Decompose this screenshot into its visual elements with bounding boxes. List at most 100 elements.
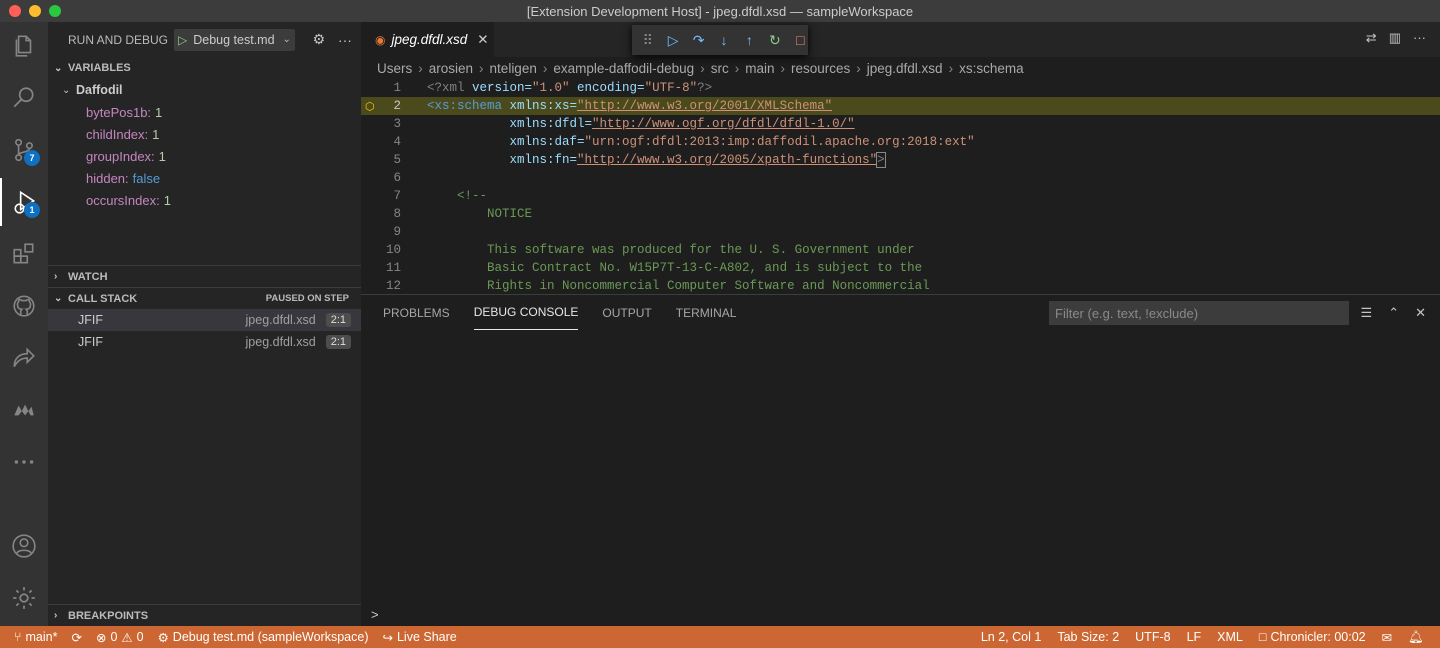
console-prompt[interactable]: > [371, 607, 379, 622]
tab-problems[interactable]: PROBLEMS [383, 295, 450, 330]
code-token: xmlns:xs= [502, 99, 578, 113]
problems-indicator[interactable]: ⊗ 0 ⚠ 0 [96, 630, 144, 645]
tab-size[interactable]: Tab Size: 2 [1057, 630, 1119, 644]
code-token: "1.0" [532, 81, 570, 95]
title-bar: [Extension Development Host] - jpeg.dfdl… [0, 0, 1440, 22]
encoding[interactable]: UTF-8 [1135, 630, 1170, 644]
close-window-button[interactable] [9, 5, 21, 17]
chronicler[interactable]: □ Chronicler: 00:02 [1259, 630, 1366, 644]
step-into-icon[interactable]: ↓ [716, 32, 731, 48]
search-icon[interactable] [0, 74, 48, 122]
notifications-icon[interactable]: 🔔︎ [1408, 630, 1424, 645]
breadcrumb-item[interactable]: src [711, 61, 729, 76]
live-share-button[interactable]: ↪ Live Share [382, 630, 456, 645]
variable-name: childIndex: [86, 126, 149, 142]
open-changes-icon[interactable]: ⇄ [1366, 30, 1377, 46]
more-actions-icon[interactable]: ··· [335, 32, 355, 48]
breadcrumb-item[interactable]: resources [791, 61, 850, 76]
restart-icon[interactable]: ↻ [767, 32, 782, 49]
breadcrumb-item[interactable]: arosien [429, 61, 473, 76]
code-area[interactable]: 1 <?xml version="1.0" encoding="UTF-8"?>… [361, 79, 1440, 294]
call-stack-section-header[interactable]: ⌄ CALL STACK PAUSED ON STEP [48, 287, 361, 309]
daffodil-icon[interactable] [0, 386, 48, 434]
clear-console-icon[interactable]: ☰ [1361, 305, 1373, 321]
debug-config-select[interactable]: ▷ Debug test.md ⌄ [174, 28, 295, 51]
gear-icon[interactable] [0, 574, 48, 622]
minimize-window-button[interactable] [29, 5, 41, 17]
line-number: 12 [385, 279, 401, 293]
chevron-right-icon: › [54, 610, 58, 621]
branch-label: main* [25, 630, 58, 644]
extensions-icon[interactable] [0, 230, 48, 278]
breadcrumb-item[interactable]: xs:schema [959, 61, 1024, 76]
debug-target[interactable]: ⚙ Debug test.md (sampleWorkspace) [158, 630, 369, 645]
chronicler-label: Chronicler: 00:02 [1270, 630, 1366, 644]
variable-row[interactable]: hidden: false [48, 167, 361, 189]
zoom-window-button[interactable] [49, 5, 61, 17]
account-icon[interactable] [0, 522, 48, 570]
variable-value: 1 [158, 148, 166, 164]
line-number: 6 [393, 171, 401, 185]
breadcrumb-item[interactable]: nteligen [490, 61, 537, 76]
step-over-icon[interactable]: ↷ [691, 32, 706, 49]
breadcrumb-item[interactable]: main [745, 61, 774, 76]
code-token: "UTF-8" [644, 81, 698, 95]
variable-row[interactable]: childIndex: 1 [48, 123, 361, 145]
close-panel-icon[interactable]: ✕ [1415, 305, 1426, 321]
continue-icon[interactable]: ▷ [665, 32, 680, 49]
line-number: 8 [393, 207, 401, 221]
variables-section-header[interactable]: ⌄ VARIABLES [48, 57, 361, 79]
variable-row[interactable]: bytePos1b: 1 [48, 101, 361, 123]
frame-position: 2:1 [325, 313, 351, 327]
scope-label: Daffodil [76, 83, 123, 97]
live-share-icon[interactable] [0, 334, 48, 382]
start-debug-icon[interactable]: ▷ [178, 33, 187, 47]
bottom-panel: PROBLEMS DEBUG CONSOLE OUTPUT TERMINAL Filt… [361, 294, 1440, 626]
settings-gear-icon[interactable]: ⚙ [309, 31, 329, 48]
language-mode[interactable]: XML [1217, 630, 1243, 644]
status-bar: ⑂ main* ⟳ ⊗ 0 ⚠ 0 ⚙ Debug test.md (sampleWork… [0, 626, 1440, 648]
tab-terminal[interactable]: TERMINAL [676, 295, 737, 330]
breakpoints-section-header[interactable]: › BREAKPOINTS [48, 604, 361, 626]
line-number: 9 [393, 225, 401, 239]
chevron-right-icon: › [542, 60, 548, 76]
eol[interactable]: LF [1187, 630, 1202, 644]
branch-icon: ⑂ [14, 630, 22, 644]
tab-debug-console[interactable]: DEBUG CONSOLE [473, 295, 579, 330]
breadcrumb-item[interactable]: example-daffodil-debug [553, 61, 694, 76]
more-actions-icon[interactable]: ··· [1413, 30, 1426, 46]
sync-icon: ⟳ [71, 630, 82, 645]
code-line: 3 xmlns:dfdl="http://www.ogf.org/dfdl/df… [361, 115, 1440, 133]
source-control-icon[interactable]: 7 [0, 126, 48, 174]
window-controls[interactable] [9, 5, 61, 17]
tab-jpeg-dfdl-xsd[interactable]: ◉ jpeg.dfdl.xsd ✕ [361, 22, 494, 57]
more-icon[interactable] [0, 438, 48, 486]
variable-row[interactable]: groupIndex: 1 [48, 145, 361, 167]
step-out-icon[interactable]: ↑ [742, 32, 757, 48]
github-icon[interactable] [0, 282, 48, 330]
watch-section-header[interactable]: › WATCH [48, 265, 361, 287]
sync-button[interactable]: ⟳ [71, 630, 81, 645]
stack-frame[interactable]: JFIF jpeg.dfdl.xsd 2:1 [48, 309, 361, 331]
split-editor-icon[interactable]: ▥ [1389, 30, 1401, 46]
breadcrumb-item[interactable]: jpeg.dfdl.xsd [867, 61, 943, 76]
cursor-position[interactable]: Ln 2, Col 1 [981, 630, 1041, 644]
console-filter-input[interactable]: Filter (e.g. text, !exclude) [1049, 301, 1349, 325]
explorer-icon[interactable] [0, 22, 48, 70]
branch-indicator[interactable]: ⑂ main* [14, 630, 57, 644]
close-icon[interactable]: ✕ [477, 32, 488, 48]
line-number: 5 [393, 153, 401, 167]
stop-icon[interactable]: □ [793, 32, 808, 48]
drag-handle-icon[interactable]: ⠿ [640, 32, 655, 49]
stack-frame[interactable]: JFIF jpeg.dfdl.xsd 2:1 [48, 331, 361, 353]
scope-daffodil[interactable]: ⌄ Daffodil [48, 79, 361, 101]
breadcrumb-item[interactable]: Users [377, 61, 412, 76]
variable-row[interactable]: occursIndex: 1 [48, 189, 361, 211]
line-number: 4 [393, 135, 401, 149]
maximize-panel-icon[interactable]: ⌃ [1388, 305, 1399, 321]
run-debug-icon[interactable]: 1 [0, 178, 48, 226]
feedback-icon[interactable]: ✉ [1382, 630, 1392, 645]
chevron-down-icon[interactable]: ⌄ [283, 34, 291, 45]
tab-output[interactable]: OUTPUT [602, 295, 651, 330]
frame-file: jpeg.dfdl.xsd [245, 335, 316, 349]
